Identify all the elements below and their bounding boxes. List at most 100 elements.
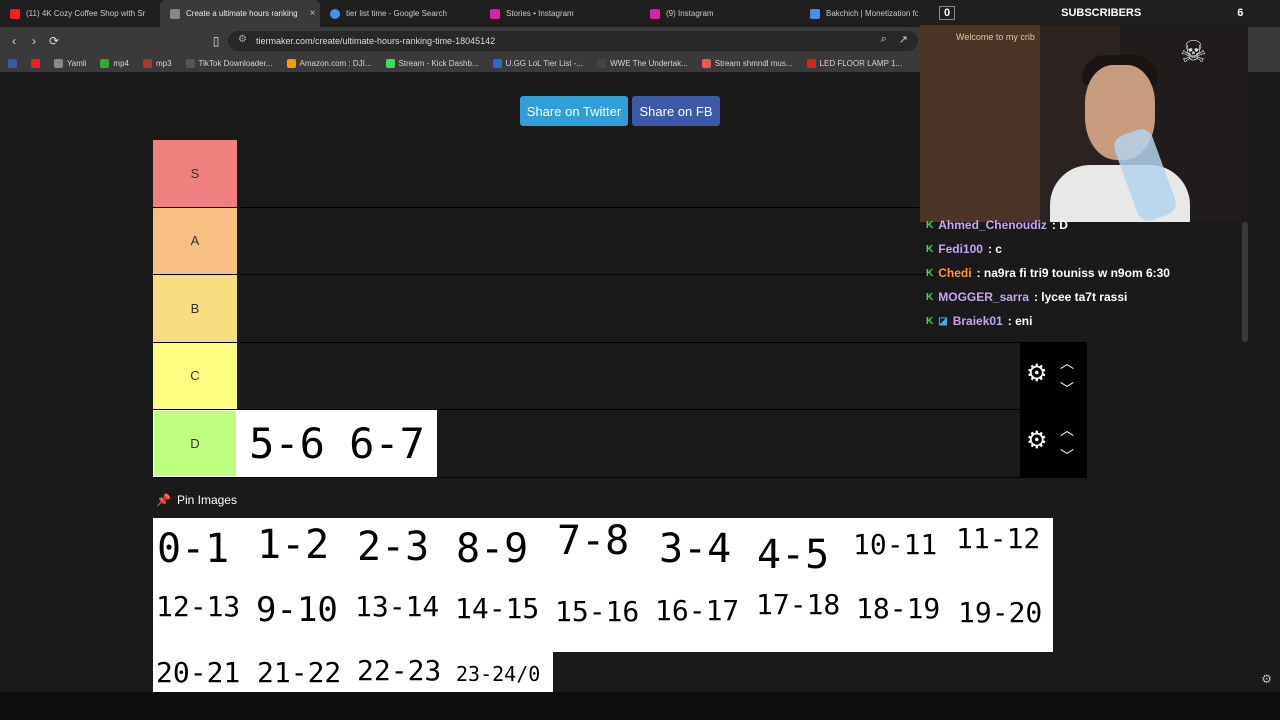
bookmark-label: Amazon.com : DJI... xyxy=(299,59,372,68)
bookmark-item[interactable]: mp4 xyxy=(100,59,129,68)
tier-label-d[interactable]: D xyxy=(153,410,237,477)
tier-label-a[interactable]: A xyxy=(153,207,237,274)
tab-label: tier list time - Google Search xyxy=(346,9,447,18)
chevron-up-icon[interactable]: ︿ xyxy=(1060,420,1074,440)
pool-item[interactable]: 20-21 xyxy=(156,656,240,689)
chat-overlay: K Ahmed_Chenoudiz : D K Fedi100 : c K Ch… xyxy=(922,220,1252,332)
tier-label-c[interactable]: C xyxy=(153,342,237,409)
share-page-icon[interactable]: ↗ xyxy=(899,33,908,46)
tier-row-c: C ⚙ ︿ ﹀ xyxy=(153,342,1087,410)
pool-item[interactable]: 1-2 xyxy=(257,522,329,568)
pool-item[interactable]: 14-15 xyxy=(455,592,539,625)
pin-images-toggle[interactable]: 📌 Pin Images xyxy=(156,493,237,507)
chat-text: : c xyxy=(987,242,1002,256)
share-twitter-button[interactable]: Share on Twitter xyxy=(520,96,628,126)
pool-item[interactable]: 12-13 xyxy=(156,590,240,623)
pool-item[interactable]: 21-22 xyxy=(257,656,341,689)
pool-item[interactable]: 23-24/0 xyxy=(456,662,540,686)
bookmark-icon[interactable]: ▯ xyxy=(206,34,226,48)
url-actions: ⌕ ↗ xyxy=(881,33,908,46)
bookmark-item[interactable]: Yamli xyxy=(54,59,86,68)
kick-icon: K xyxy=(926,220,934,231)
site-info-icon[interactable]: ⚙ xyxy=(238,34,247,45)
share-facebook-button[interactable]: Share on FB xyxy=(632,96,720,126)
settings-gear-icon[interactable]: ⚙ xyxy=(1261,672,1272,686)
back-icon[interactable]: ‹ xyxy=(4,34,24,48)
chat-username: MOGGER_sarra xyxy=(938,290,1029,304)
youtube-icon xyxy=(31,59,40,68)
tier-item[interactable]: 6-7 xyxy=(337,410,437,477)
chat-username: Ahmed_Chenoudiz xyxy=(938,220,1047,232)
browser-tab[interactable]: (9) Instagram xyxy=(640,0,800,27)
pool-item[interactable]: 8-9 xyxy=(456,526,528,572)
gear-icon[interactable]: ⚙ xyxy=(1026,361,1048,385)
tiktok-icon xyxy=(185,59,195,68)
tab-label: (11) 4K Cozy Coffee Shop with Sr xyxy=(26,9,146,18)
bookmark-facebook[interactable] xyxy=(8,59,17,68)
tier-label-b[interactable]: B xyxy=(153,275,237,342)
bookmark-youtube[interactable] xyxy=(31,59,40,68)
pool-item[interactable]: 9-10 xyxy=(256,590,338,630)
browser-tab[interactable]: tier list time - Google Search xyxy=(320,0,480,27)
pool-item[interactable]: 4-5 xyxy=(757,532,829,578)
url-field[interactable]: ⚙ tiermaker.com/create/ultimate-hours-ra… xyxy=(228,31,918,51)
browser-tab[interactable]: Bakchich | Monetization for xyxy=(800,0,918,27)
skull-flag-icon: ☠ xyxy=(1180,36,1207,69)
browser-tab-active[interactable]: Create a ultimate hours ranking × xyxy=(160,0,320,27)
pool-item[interactable]: 15-16 xyxy=(555,595,639,628)
pool-item[interactable]: 19-20 xyxy=(958,596,1042,629)
pool-item[interactable]: 18-19 xyxy=(856,592,940,625)
reload-icon[interactable]: ⟳ xyxy=(44,34,64,48)
bookmark-item[interactable]: Amazon.com : DJI... xyxy=(286,59,372,68)
chevron-down-icon[interactable]: ﹀ xyxy=(1060,379,1074,399)
chevron-up-icon[interactable]: ︿ xyxy=(1060,353,1074,373)
page-scrollbar[interactable] xyxy=(1242,222,1248,342)
pool-item[interactable]: 13-14 xyxy=(355,590,439,623)
chevron-down-icon[interactable]: ﹀ xyxy=(1060,446,1074,466)
pool-item[interactable]: 17-18 xyxy=(756,588,840,621)
pool-item[interactable]: 7-8 xyxy=(557,518,629,564)
forward-icon[interactable]: › xyxy=(24,34,44,48)
image-pool: 0-1 1-2 2-3 8-9 7-8 3-4 4-5 10-11 11-12 … xyxy=(153,518,1053,652)
pool-item[interactable]: 11-12 xyxy=(956,522,1040,555)
bookmark-item[interactable]: Stream - Kick Dashb... xyxy=(385,59,479,68)
tier-item[interactable]: 5-6 xyxy=(237,410,337,477)
pool-item[interactable]: 22-23 xyxy=(357,654,441,687)
bookmark-item[interactable]: U.GG LoL Tier List -... xyxy=(492,59,584,68)
tier-label-s[interactable]: S xyxy=(153,140,237,207)
zoom-icon[interactable]: ⌕ xyxy=(881,33,887,46)
ugg-icon xyxy=(492,59,502,68)
bookmark-item[interactable]: LED FLOOR LAMP 1... xyxy=(806,59,902,68)
bookmark-label: mp4 xyxy=(113,59,129,68)
bookmark-label: Stream shmndl mus... xyxy=(714,59,793,68)
pool-item[interactable]: 10-11 xyxy=(853,528,937,561)
tier-dropzone[interactable] xyxy=(237,343,1087,410)
bookmark-label: Stream - Kick Dashb... xyxy=(398,59,479,68)
kick-icon: K xyxy=(926,315,934,327)
bookmark-item[interactable]: mp3 xyxy=(142,59,172,68)
close-tab-icon[interactable]: × xyxy=(310,8,316,19)
browser-tab[interactable]: (11) 4K Cozy Coffee Shop with Sr xyxy=(0,0,160,27)
pool-item[interactable]: 3-4 xyxy=(659,526,731,572)
url-text: tiermaker.com/create/ultimate-hours-rank… xyxy=(256,36,496,46)
bookmark-label: TikTok Downloader... xyxy=(198,59,273,68)
browser-tab[interactable]: Stories • Instagram xyxy=(480,0,640,27)
chat-message: K Chedi : na9ra fi tri9 touniss w n9om 6… xyxy=(922,261,1252,285)
bakchich-icon xyxy=(810,8,820,19)
pool-item[interactable]: 2-3 xyxy=(357,524,429,570)
chat-text: : D xyxy=(1051,220,1068,232)
gear-icon[interactable]: ⚙ xyxy=(1026,429,1048,453)
pool-item[interactable]: 16-17 xyxy=(655,594,739,627)
bookmark-label: U.GG LoL Tier List -... xyxy=(505,59,584,68)
instagram-icon xyxy=(650,8,660,19)
tier-dropzone[interactable]: 5-6 6-7 xyxy=(237,410,1087,477)
bookmark-item[interactable]: WWE The Undertak... xyxy=(597,59,688,68)
bookmark-item[interactable]: Stream shmndl mus... xyxy=(701,59,793,68)
tier-controls: ⚙ ︿ ﹀ xyxy=(1020,342,1087,409)
facebook-icon xyxy=(8,59,17,68)
bookmark-item[interactable]: TikTok Downloader... xyxy=(185,59,273,68)
pool-item[interactable]: 0-1 xyxy=(157,526,229,572)
tab-label: Create a ultimate hours ranking xyxy=(186,9,298,18)
badge-icon: ◪ xyxy=(938,315,948,327)
bookmark-label: mp3 xyxy=(155,59,172,68)
